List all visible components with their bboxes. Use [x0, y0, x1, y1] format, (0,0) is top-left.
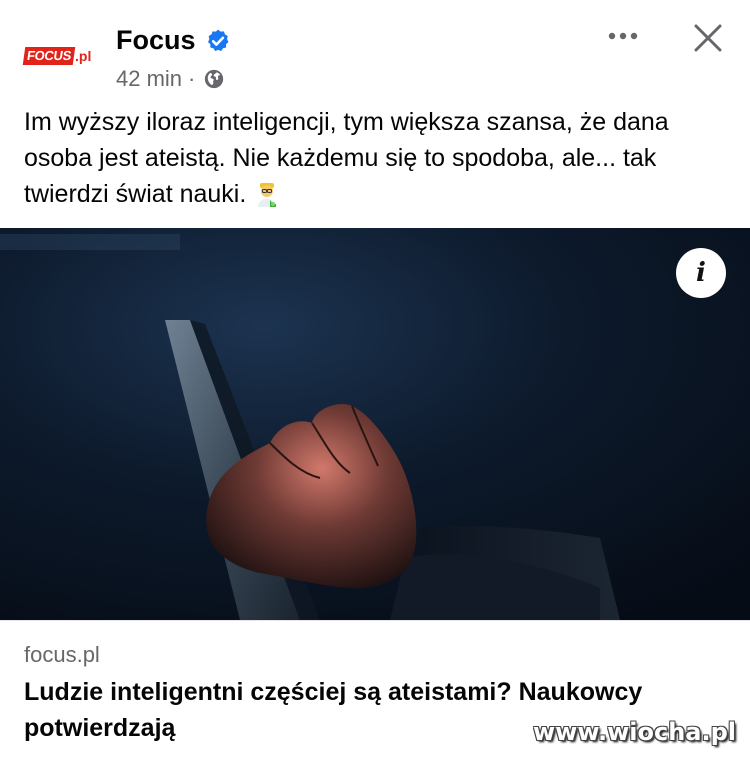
watermark-text: www.wiocha.pl: [532, 718, 736, 746]
scientist-emoji-icon: [258, 183, 277, 207]
praying-hands-photo: [0, 228, 750, 620]
post-body: Im wyższy iloraz inteligencji, tym więks…: [24, 108, 669, 208]
link-domain[interactable]: focus.pl: [24, 640, 100, 670]
logo-text: FOCUS: [22, 47, 76, 65]
page-logo[interactable]: FOCUS .pl: [22, 46, 102, 66]
globe-icon: [205, 69, 224, 89]
post-image[interactable]: [0, 228, 750, 620]
logo-suffix: .pl: [75, 48, 92, 64]
post-meta: 42 min ·: [116, 64, 225, 94]
page-name[interactable]: Focus: [116, 22, 196, 58]
meta-separator: ·: [188, 66, 196, 91]
verified-badge-icon: [208, 29, 229, 51]
post-text: Im wyższy iloraz inteligencji, tym więks…: [24, 104, 734, 212]
more-options-icon[interactable]: [605, 26, 641, 46]
info-button[interactable]: i: [676, 248, 726, 298]
close-icon[interactable]: [690, 20, 726, 56]
divider: [0, 620, 750, 621]
post-time[interactable]: 42 min: [116, 64, 182, 94]
